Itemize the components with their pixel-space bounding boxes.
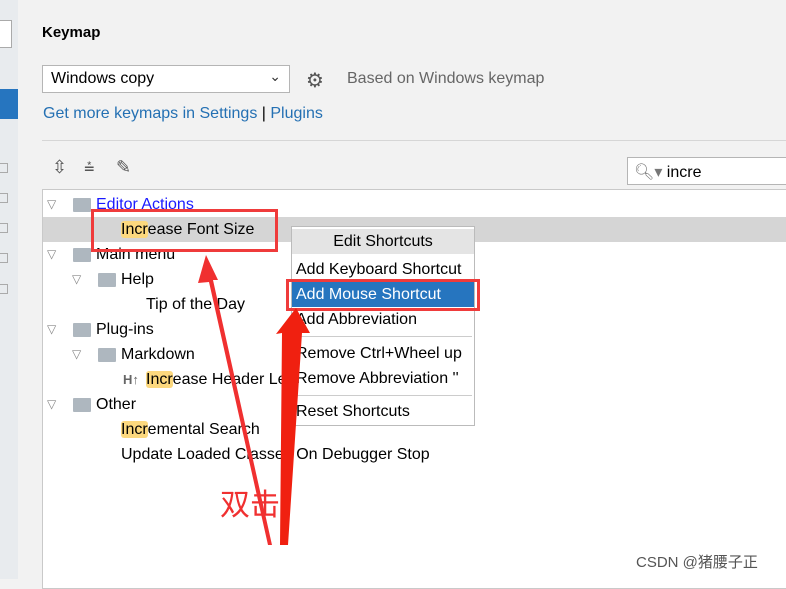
annotation-text: 双击	[220, 488, 280, 523]
arrow-to-menu	[276, 308, 310, 545]
watermark: CSDN @猪腰子正	[636, 554, 758, 571]
annotation-arrows	[198, 255, 310, 545]
